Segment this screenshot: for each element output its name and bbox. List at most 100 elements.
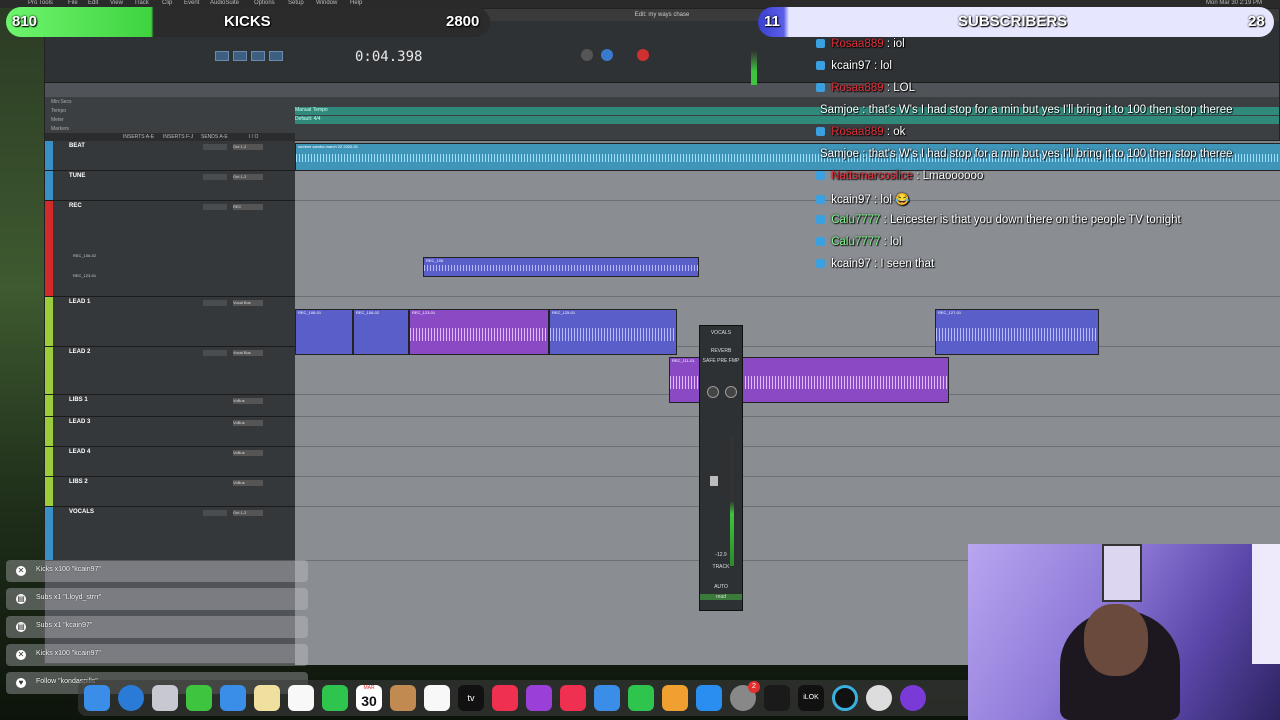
- photos-icon[interactable]: [288, 685, 314, 711]
- track-name[interactable]: LEAD 4: [69, 449, 90, 455]
- track-libs-2[interactable]: LIBS 2 VoBus: [45, 477, 295, 507]
- menu-audiosuite[interactable]: AudioSuite: [210, 0, 239, 6]
- track-name[interactable]: LEAD 3: [69, 419, 90, 425]
- track-output[interactable]: VoBus: [233, 480, 263, 486]
- track-name[interactable]: LIBS 2: [69, 479, 88, 485]
- track-name[interactable]: LIBS 1: [69, 397, 88, 403]
- lane-libs-1[interactable]: [295, 395, 1280, 417]
- play-button[interactable]: [601, 49, 613, 61]
- avid-icon[interactable]: [900, 685, 926, 711]
- finder-icon[interactable]: [84, 685, 110, 711]
- pages-icon[interactable]: [662, 685, 688, 711]
- track-name[interactable]: TUNE: [69, 173, 85, 179]
- launchpad-icon[interactable]: [152, 685, 178, 711]
- app-store-icon[interactable]: [696, 685, 722, 711]
- pre-button[interactable]: PRE: [717, 358, 727, 364]
- mail-icon[interactable]: [220, 685, 246, 711]
- menu-options[interactable]: Options: [254, 0, 275, 6]
- track-output[interactable]: Out 1-2: [233, 510, 263, 516]
- main-counter[interactable]: 0:04.398: [355, 49, 422, 65]
- lane-lead-4[interactable]: [295, 447, 1280, 477]
- track-output[interactable]: VoBus: [233, 420, 263, 426]
- clip-rec[interactable]: REC_106: [423, 257, 699, 277]
- lane-lead-2[interactable]: REC_111-01: [295, 347, 1280, 403]
- track-lead-2[interactable]: LEAD 2 Vocal Bus: [45, 347, 295, 395]
- menu-edit[interactable]: Edit: [88, 0, 98, 6]
- menu-track[interactable]: Track: [134, 0, 149, 6]
- tv-icon[interactable]: tv: [458, 685, 484, 711]
- system-preferences-icon[interactable]: 2: [730, 681, 760, 711]
- track-output[interactable]: Vocal Bus: [233, 350, 263, 356]
- safari-icon[interactable]: [118, 685, 144, 711]
- track-name[interactable]: LEAD 2: [69, 349, 90, 355]
- insert-slot[interactable]: [203, 350, 227, 356]
- reminders-icon[interactable]: [424, 685, 450, 711]
- insert-slot[interactable]: [203, 204, 227, 210]
- menu-setup[interactable]: Setup: [288, 0, 304, 6]
- track-name[interactable]: LEAD 1: [69, 299, 90, 305]
- messages-icon[interactable]: [186, 685, 212, 711]
- keynote-icon[interactable]: [594, 685, 620, 711]
- insert-slot[interactable]: [203, 144, 227, 150]
- calendar-icon[interactable]: MAR 30: [356, 685, 382, 711]
- vocals-channel-strip[interactable]: VOCALS REVERB SAFE PRE FMP -12.9 TRACK A…: [699, 325, 743, 611]
- track-lead-3[interactable]: LEAD 3 VoBus: [45, 417, 295, 447]
- news-icon[interactable]: [560, 685, 586, 711]
- obs-icon[interactable]: [832, 685, 858, 711]
- menu-window[interactable]: Window: [316, 0, 337, 6]
- stop-button[interactable]: [581, 49, 593, 61]
- music-icon[interactable]: [492, 685, 518, 711]
- insert-slot[interactable]: [203, 174, 227, 180]
- selector-tool-icon[interactable]: [251, 51, 265, 61]
- zoom-tool-icon[interactable]: [215, 51, 229, 61]
- menu-help[interactable]: Help: [350, 0, 362, 6]
- track-name[interactable]: REC: [69, 203, 82, 209]
- send-level-knob[interactable]: [707, 386, 719, 398]
- trim-tool-icon[interactable]: [233, 51, 247, 61]
- lane-lead-3[interactable]: [295, 417, 1280, 447]
- chat-text: : lol: [870, 60, 892, 72]
- track-output[interactable]: REC: [233, 204, 263, 210]
- track-output[interactable]: Out 1-2: [233, 144, 263, 150]
- pro-tools-icon[interactable]: [764, 685, 790, 711]
- menu-file[interactable]: File: [68, 0, 78, 6]
- grabber-tool-icon[interactable]: [269, 51, 283, 61]
- track-output[interactable]: VoBus: [233, 398, 263, 404]
- numbers-icon[interactable]: [628, 685, 654, 711]
- pan-knob[interactable]: [725, 386, 737, 398]
- notes-icon[interactable]: [254, 685, 280, 711]
- track-lead-1[interactable]: LEAD 1 Vocal Bus: [45, 297, 295, 347]
- track-output[interactable]: Vocal Bus: [233, 300, 263, 306]
- track-tune[interactable]: TUNE Out 1-2: [45, 171, 295, 201]
- track-libs-1[interactable]: LIBS 1 VoBus: [45, 395, 295, 417]
- insert-slot[interactable]: [203, 300, 227, 306]
- podcasts-icon[interactable]: [526, 685, 552, 711]
- menu-app-name[interactable]: Pro Tools: [28, 0, 53, 6]
- track-name[interactable]: VOCALS: [69, 509, 94, 515]
- insert-slot[interactable]: [203, 510, 227, 516]
- track-lead-4[interactable]: LEAD 4 VoBus: [45, 447, 295, 477]
- lane-tune[interactable]: [295, 171, 1280, 201]
- streamlabs-icon[interactable]: [866, 685, 892, 711]
- track-rec[interactable]: REC REC REC_106-02 REC_123-01: [45, 201, 295, 297]
- strip-track-name[interactable]: VOCALS: [700, 330, 742, 336]
- track-output[interactable]: VoBus: [233, 450, 263, 456]
- lane-libs-2[interactable]: [295, 477, 1280, 507]
- record-button[interactable]: [637, 49, 649, 61]
- menu-view[interactable]: View: [110, 0, 123, 6]
- safe-button[interactable]: SAFE: [703, 358, 716, 364]
- track-vocals[interactable]: VOCALS Out 1-2: [45, 507, 295, 561]
- strip-insert[interactable]: REVERB: [700, 348, 742, 354]
- facetime-icon[interactable]: [322, 685, 348, 711]
- track-beat[interactable]: BEAT Out 1-2: [45, 141, 295, 171]
- volume-fader[interactable]: [710, 476, 718, 486]
- fmp-button[interactable]: FMP: [729, 358, 740, 364]
- contacts-icon[interactable]: [390, 685, 416, 711]
- automation-mode-select[interactable]: read: [700, 594, 742, 600]
- track-name[interactable]: BEAT: [69, 143, 85, 149]
- ilok-icon[interactable]: iLOK: [798, 685, 824, 711]
- lane-lead-1[interactable]: REC_106-01 REC_106-02 REC_123-01 REC_125…: [295, 297, 1280, 355]
- track-output[interactable]: Out 1-2: [233, 174, 263, 180]
- menu-event[interactable]: Event: [184, 0, 199, 6]
- menu-clip[interactable]: Clip: [162, 0, 172, 6]
